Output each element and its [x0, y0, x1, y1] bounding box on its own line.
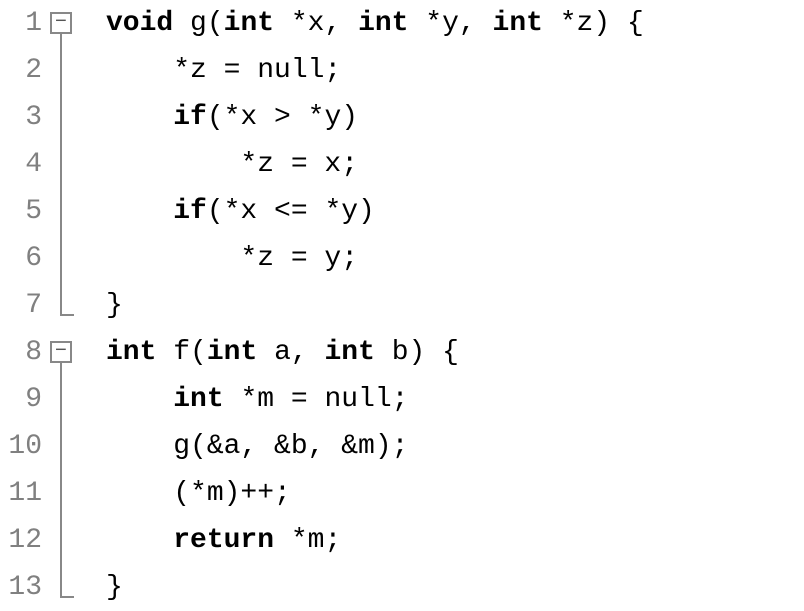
fold-toggle-icon[interactable]: −: [50, 341, 72, 363]
code-text: }: [106, 572, 123, 603]
code-text: *z) {: [543, 8, 644, 39]
code-line: *z = x;: [106, 141, 804, 188]
line-number[interactable]: 7: [0, 282, 42, 329]
keyword: int: [173, 384, 223, 415]
line-number[interactable]: 2: [0, 47, 42, 94]
code-line: g(&a, &b, &m);: [106, 423, 804, 470]
keyword: return: [173, 525, 274, 556]
code-text: [106, 525, 173, 556]
keyword: int: [324, 337, 374, 368]
fold-column: − −: [50, 0, 86, 610]
keyword: int: [493, 8, 543, 39]
line-number[interactable]: 12: [0, 517, 42, 564]
code-line: int *m = null;: [106, 376, 804, 423]
code-text: (*m)++;: [106, 478, 291, 509]
code-text: *z = x;: [106, 149, 358, 180]
code-line: (*m)++;: [106, 470, 804, 517]
code-text: *x,: [274, 8, 358, 39]
code-line: void g(int *x, int *y, int *z) {: [106, 0, 804, 47]
code-text: }: [106, 290, 123, 321]
code-line: }: [106, 564, 804, 611]
code-text: a,: [257, 337, 324, 368]
line-number[interactable]: 4: [0, 141, 42, 188]
code-text: b) {: [375, 337, 459, 368]
gutter: 1 2 3 4 5 6 7 8 9 10 11 12 13: [0, 0, 50, 610]
line-number[interactable]: 1: [0, 0, 42, 47]
code-text: *y,: [409, 8, 493, 39]
line-number[interactable]: 13: [0, 564, 42, 611]
code-editor[interactable]: void g(int *x, int *y, int *z) { *z = nu…: [86, 0, 804, 610]
code-text: [106, 384, 173, 415]
line-number[interactable]: 5: [0, 188, 42, 235]
code-line: *z = y;: [106, 235, 804, 282]
code-line: int f(int a, int b) {: [106, 329, 804, 376]
code-text: *z = null;: [106, 55, 341, 86]
line-number[interactable]: 10: [0, 423, 42, 470]
fold-guide-line: [60, 363, 62, 596]
keyword: int: [224, 8, 274, 39]
keyword: int: [106, 337, 156, 368]
fold-guide-line: [60, 34, 62, 314]
fold-toggle-icon[interactable]: −: [50, 12, 72, 34]
line-number[interactable]: 6: [0, 235, 42, 282]
code-text: *m = null;: [224, 384, 409, 415]
code-line: if(*x > *y): [106, 94, 804, 141]
code-text: g(&a, &b, &m);: [106, 431, 408, 462]
keyword: int: [207, 337, 257, 368]
line-number[interactable]: 11: [0, 470, 42, 517]
code-text: [106, 102, 173, 133]
code-line: *z = null;: [106, 47, 804, 94]
fold-guide-line: [60, 314, 74, 316]
code-line: }: [106, 282, 804, 329]
code-text: [106, 196, 173, 227]
line-numbers: 1 2 3 4 5 6 7 8 9 10 11 12 13: [0, 0, 50, 611]
fold-guide-line: [60, 596, 74, 598]
code-text: *z = y;: [106, 243, 358, 274]
code-line: return *m;: [106, 517, 804, 564]
code-text: f(: [156, 337, 206, 368]
code-text: (*x > *y): [207, 102, 358, 133]
code-text: g(: [173, 8, 223, 39]
code-text: *m;: [274, 525, 341, 556]
line-number[interactable]: 3: [0, 94, 42, 141]
keyword: void: [106, 8, 173, 39]
keyword: if: [173, 196, 207, 227]
code-line: if(*x <= *y): [106, 188, 804, 235]
line-number[interactable]: 9: [0, 376, 42, 423]
keyword: if: [173, 102, 207, 133]
keyword: int: [358, 8, 408, 39]
line-number[interactable]: 8: [0, 329, 42, 376]
code-text: (*x <= *y): [207, 196, 375, 227]
